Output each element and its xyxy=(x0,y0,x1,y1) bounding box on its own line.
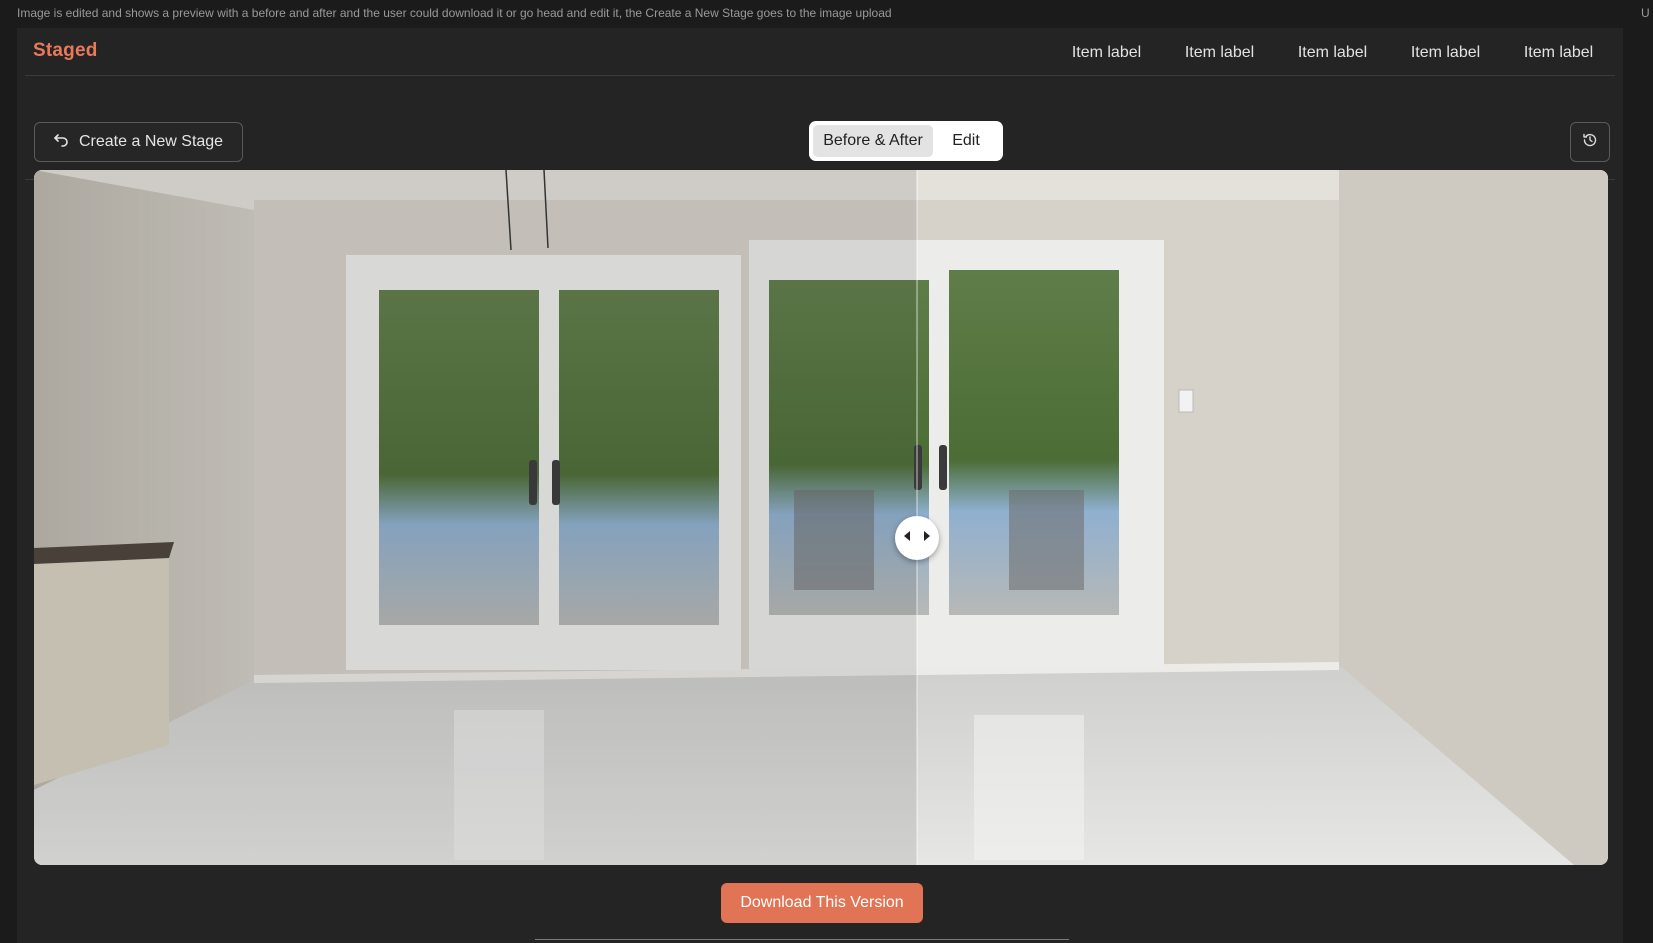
after-image-side xyxy=(34,170,917,865)
arrows-horizontal-icon xyxy=(902,529,932,548)
create-new-stage-button[interactable]: Create a New Stage xyxy=(34,122,243,162)
annotation-note-right: U xyxy=(1641,6,1650,20)
nav-item-4[interactable]: Item label xyxy=(1389,44,1502,62)
tab-before-after[interactable]: Before & After xyxy=(813,125,933,157)
create-new-stage-label: Create a New Stage xyxy=(79,133,224,150)
next-panel-edge xyxy=(535,939,1069,943)
nav-item-2[interactable]: Item label xyxy=(1163,44,1276,62)
app-frame: Staged Item label Item label Item label … xyxy=(17,28,1623,943)
download-version-button[interactable]: Download This Version xyxy=(721,883,923,923)
view-toggle: Before & After Edit xyxy=(809,121,1003,161)
nav-item-3[interactable]: Item label xyxy=(1276,44,1389,62)
nav-item-1[interactable]: Item label xyxy=(1050,44,1163,62)
history-button[interactable] xyxy=(1570,122,1610,162)
undo-arrow-icon xyxy=(53,132,69,153)
nav-item-5[interactable]: Item label xyxy=(1502,44,1615,62)
history-icon xyxy=(1582,132,1598,153)
top-navigation-bar: Staged Item label Item label Item label … xyxy=(25,28,1615,76)
before-after-compare[interactable] xyxy=(34,170,1608,865)
stage-toolbar: Create a New Stage Before & After Edit xyxy=(25,76,1615,180)
compare-handle[interactable] xyxy=(895,516,939,560)
right-gutter xyxy=(1623,28,1653,943)
brand-logo[interactable]: Staged xyxy=(33,40,98,62)
tab-edit[interactable]: Edit xyxy=(933,125,999,157)
main-nav: Item label Item label Item label Item la… xyxy=(1050,44,1615,62)
annotation-note: Image is edited and shows a preview with… xyxy=(17,6,892,20)
